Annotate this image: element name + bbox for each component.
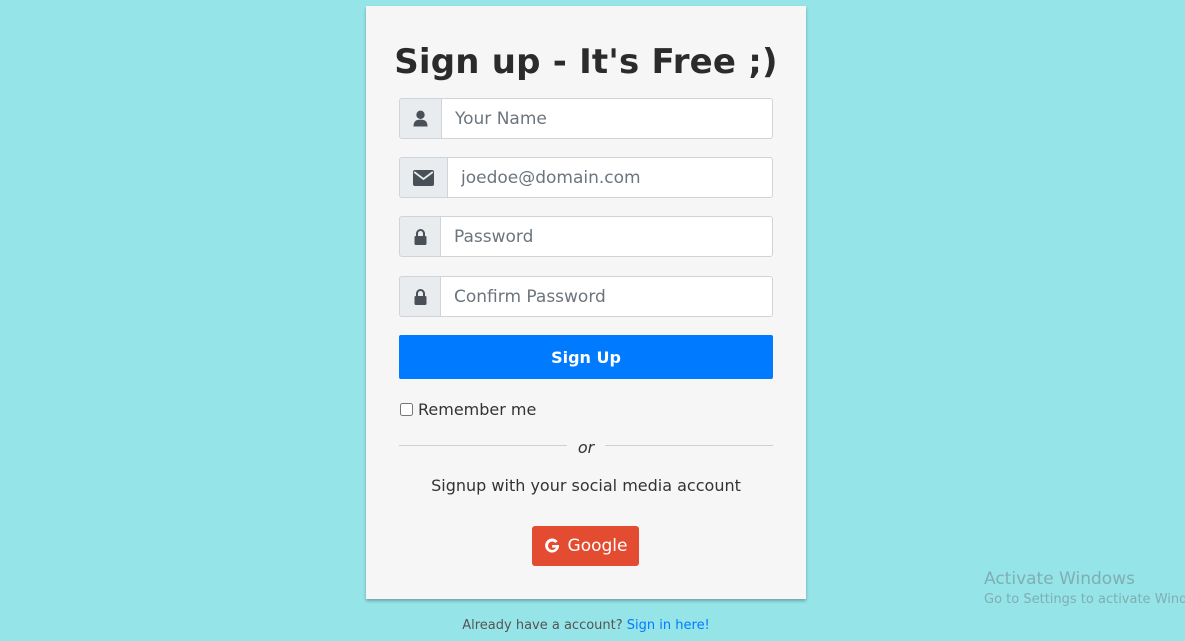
watermark-subtitle: Go to Settings to activate Windows.	[984, 592, 1185, 607]
email-input[interactable]	[447, 157, 773, 198]
envelope-icon	[399, 157, 447, 198]
user-icon	[399, 98, 441, 139]
remember-me-checkbox[interactable]	[400, 403, 413, 416]
name-input[interactable]	[441, 98, 773, 139]
footer-text: Already have a account?	[462, 618, 623, 633]
page-title: Sign up - It's Free ;)	[394, 42, 778, 82]
watermark-title: Activate Windows	[984, 569, 1135, 589]
name-field-group	[399, 98, 773, 139]
signup-button[interactable]: Sign Up	[399, 335, 773, 379]
email-field-group	[399, 157, 773, 198]
google-button-label: Google	[567, 536, 628, 556]
divider-line-right	[605, 445, 773, 446]
windows-activation-watermark: Activate Windows Go to Settings to activ…	[984, 569, 1185, 607]
or-text: or	[577, 438, 595, 457]
footer: Already have a account? Sign in here!	[366, 618, 806, 633]
google-icon	[544, 538, 560, 554]
or-divider: or	[399, 438, 773, 458]
social-signup-text: Signup with your social media account	[431, 476, 741, 495]
confirm-password-field-group	[399, 276, 773, 317]
lock-icon	[399, 216, 440, 257]
confirm-password-input[interactable]	[440, 276, 773, 317]
remember-me[interactable]: Remember me	[399, 400, 536, 419]
sign-in-link[interactable]: Sign in here!	[627, 618, 710, 633]
password-input[interactable]	[440, 216, 773, 257]
google-signup-button[interactable]: Google	[532, 526, 639, 566]
lock-icon	[399, 276, 440, 317]
signup-card: Sign up - It's Free ;) Your Name joedoe@…	[366, 6, 806, 599]
remember-me-label: Remember me	[418, 400, 537, 419]
password-field-group	[399, 216, 773, 257]
